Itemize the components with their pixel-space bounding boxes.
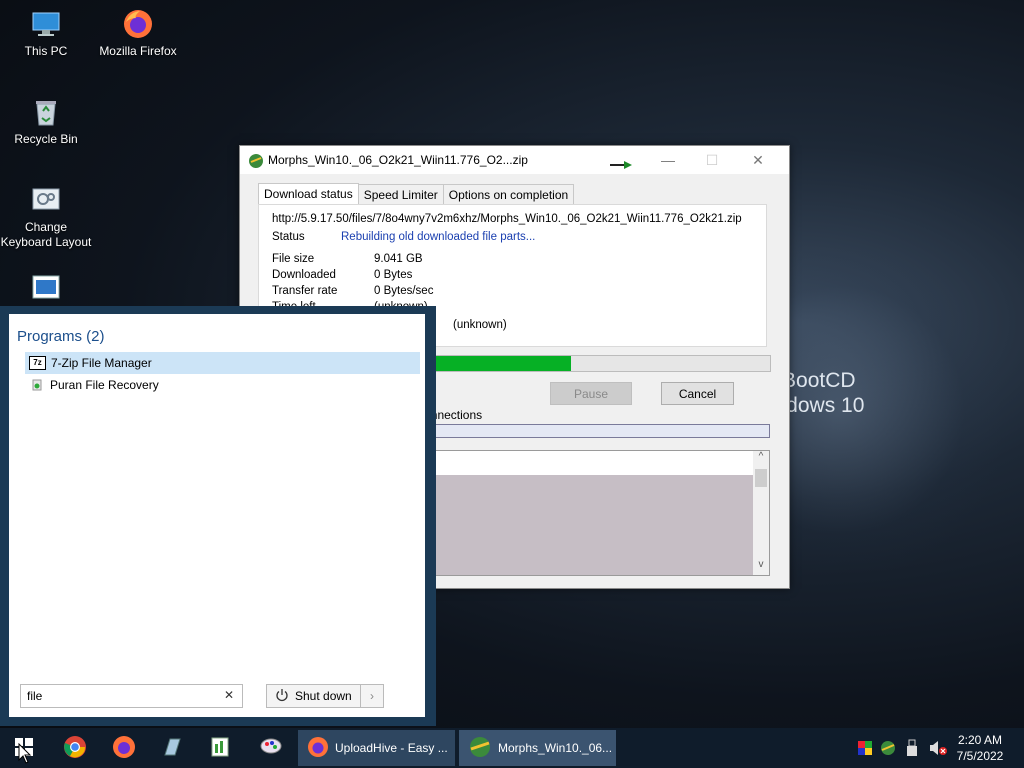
file-size-value: 9.041 GB bbox=[374, 253, 423, 265]
search-box[interactable]: file ✕ bbox=[20, 684, 243, 708]
programs-section-title: Programs (2) bbox=[17, 328, 105, 345]
program-label: Puran File Recovery bbox=[50, 378, 159, 392]
downloaded-label: Downloaded bbox=[272, 269, 336, 281]
desktop-icon-label: Mozilla Firefox bbox=[99, 44, 177, 58]
puran-icon bbox=[32, 379, 42, 391]
clear-search-icon[interactable]: ✕ bbox=[224, 688, 234, 702]
idm-app-icon bbox=[468, 736, 492, 761]
keyboard-settings-icon bbox=[30, 184, 62, 216]
scroll-down-icon[interactable]: v bbox=[753, 559, 769, 575]
clock-time: 2:20 AM bbox=[957, 733, 1003, 747]
desktop-icon-change-keyboard-layout[interactable]: Change Keyboard Layout bbox=[0, 184, 92, 250]
taskbar-window-label: Morphs_Win10._06... bbox=[498, 741, 613, 755]
file-size-label: File size bbox=[272, 253, 315, 265]
desktop-icon-label: Recycle Bin bbox=[14, 132, 78, 146]
download-url: http://5.9.17.50/files/7/8o4wny7v2m6xhz/… bbox=[272, 213, 742, 225]
transfer-rate-label: Transfer rate bbox=[272, 285, 338, 297]
power-icon bbox=[275, 688, 289, 705]
start-menu: Programs (2) 7z 7-Zip File Manager Puran… bbox=[0, 306, 436, 726]
desktop-icon-label: This PC bbox=[24, 44, 68, 58]
idm-app-icon bbox=[248, 153, 264, 172]
taskbar-notes-app[interactable] bbox=[150, 728, 194, 768]
taskbar-firefox[interactable] bbox=[102, 728, 146, 768]
dialog-title: Morphs_Win10._06_O2k21_Wiin11.776_O2...z… bbox=[268, 153, 528, 167]
7zip-icon: 7z bbox=[29, 356, 46, 370]
taskbar-chrome[interactable] bbox=[53, 728, 97, 768]
chrome-icon bbox=[63, 735, 87, 762]
program-item-puran-file-recovery[interactable]: Puran File Recovery bbox=[25, 374, 420, 396]
taskbar-window-morphs-download[interactable]: Morphs_Win10._06... bbox=[459, 730, 616, 766]
desktop-icon-firefox[interactable]: Mozilla Firefox bbox=[92, 8, 184, 59]
desktop-icon-this-pc[interactable]: This PC bbox=[0, 8, 92, 59]
system-clock[interactable]: 2:20 AM 7/5/2022 bbox=[955, 732, 1005, 764]
transfer-rate-value: 0 Bytes/sec bbox=[374, 285, 434, 297]
firefox-icon bbox=[307, 736, 329, 761]
network-tray-icon[interactable] bbox=[880, 740, 896, 759]
dialog-title-bar[interactable]: Morphs_Win10._06_O2k21_Wiin11.776_O2...z… bbox=[240, 146, 789, 174]
firefox-icon bbox=[112, 735, 136, 762]
desktop-icon-partial[interactable] bbox=[0, 272, 92, 308]
shutdown-label: Shut down bbox=[295, 689, 352, 703]
scrollbar-thumb[interactable] bbox=[755, 469, 767, 487]
firefox-icon bbox=[122, 8, 154, 40]
status-label: Status bbox=[272, 231, 305, 243]
status-value: Rebuilding old downloaded file parts... bbox=[341, 231, 536, 243]
start-menu-panel: Programs (2) 7z 7-Zip File Manager Puran… bbox=[9, 314, 425, 717]
desktop-icon-label: Change Keyboard Layout bbox=[0, 220, 92, 249]
taskbar-window-uploadhive[interactable]: UploadHive - Easy ... bbox=[298, 730, 455, 766]
program-label: 7-Zip File Manager bbox=[51, 356, 152, 370]
cancel-button[interactable]: Cancel bbox=[661, 382, 734, 405]
minimize-button[interactable]: — bbox=[646, 146, 690, 174]
spreadsheet-icon bbox=[209, 736, 231, 761]
recycle-bin-icon bbox=[30, 96, 62, 128]
desktop-icon-recycle-bin[interactable]: Recycle Bin bbox=[0, 96, 92, 147]
pause-button[interactable]: Pause bbox=[550, 382, 632, 405]
resume-capability-value: (unknown) bbox=[453, 319, 507, 331]
tab-download-status[interactable]: Download status bbox=[258, 183, 359, 206]
taskbar-spreadsheet-app[interactable] bbox=[198, 728, 242, 768]
shutdown-options-arrow[interactable]: › bbox=[360, 684, 384, 708]
downloaded-value: 0 Bytes bbox=[374, 269, 413, 281]
taskbar-paint-app[interactable] bbox=[249, 728, 293, 768]
search-input[interactable]: file bbox=[27, 689, 42, 703]
clock-date: 7/5/2022 bbox=[956, 749, 1004, 763]
taskbar-window-label: UploadHive - Easy ... bbox=[335, 741, 448, 755]
maximize-button[interactable]: ☐ bbox=[690, 146, 734, 174]
display-settings-icon[interactable] bbox=[857, 740, 873, 759]
app-window-icon bbox=[30, 272, 62, 304]
computer-icon bbox=[30, 8, 62, 40]
mouse-cursor-icon bbox=[18, 742, 32, 768]
program-item-7zip[interactable]: 7z 7-Zip File Manager bbox=[25, 352, 420, 374]
notes-icon bbox=[161, 736, 183, 761]
paint-icon bbox=[259, 736, 283, 761]
list-scrollbar[interactable]: ^ v bbox=[753, 451, 769, 575]
usb-device-icon[interactable] bbox=[906, 739, 918, 760]
taskbar: UploadHive - Easy ... Morphs_Win10._06..… bbox=[0, 728, 1024, 768]
close-button[interactable]: ✕ bbox=[736, 146, 780, 174]
volume-muted-icon[interactable] bbox=[929, 740, 947, 759]
green-arrow-icon bbox=[610, 158, 632, 172]
scroll-up-icon[interactable]: ^ bbox=[753, 451, 769, 467]
